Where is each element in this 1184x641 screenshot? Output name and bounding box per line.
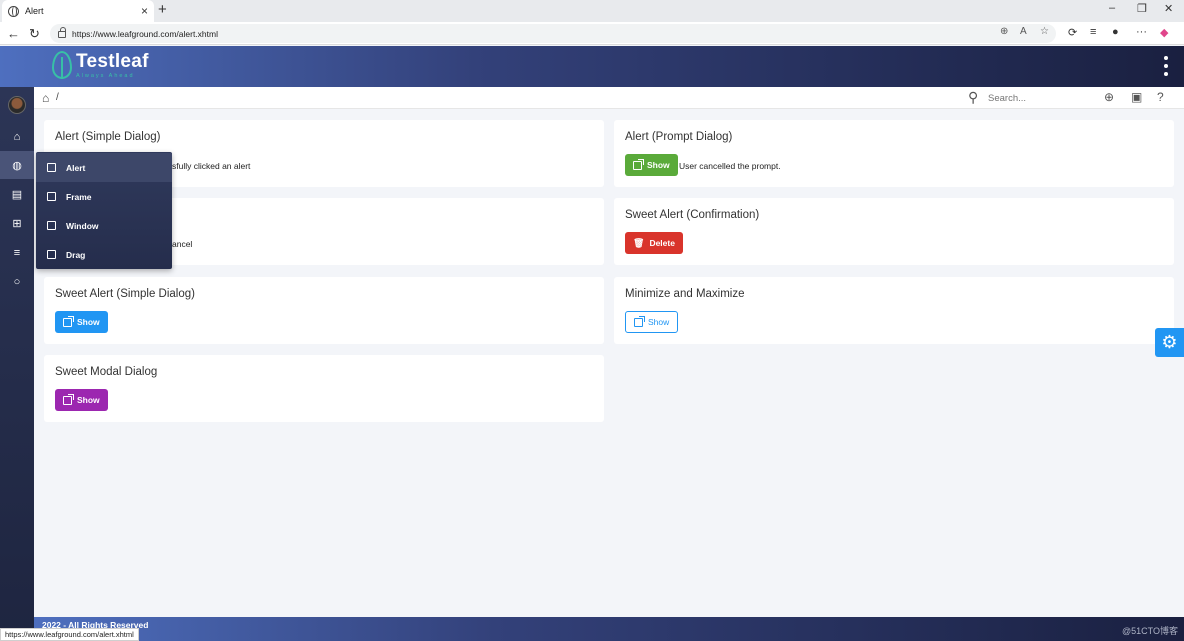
new-tab-button[interactable]: + xyxy=(158,1,167,18)
restore-window-icon[interactable]: ❐ xyxy=(1137,2,1147,15)
submenu-item-frame[interactable]: Frame xyxy=(36,182,172,211)
globe-icon xyxy=(8,5,19,17)
external-link-icon xyxy=(63,393,74,405)
address-url: https://www.leafground.com/alert.xhtml xyxy=(72,28,218,39)
button-label: Show xyxy=(648,317,670,327)
sidebar-browser-icon[interactable]: ◍ xyxy=(9,159,25,173)
delete-button[interactable]: 🗑 Delete xyxy=(625,232,683,254)
footer: 2022 - All Rights Reserved xyxy=(34,617,1184,641)
status-bar-url: https://www.leafground.com/alert.xhtml xyxy=(0,628,139,641)
card-sweet-simple: Sweet Alert (Simple Dialog) Show xyxy=(44,277,604,344)
button-label: Show xyxy=(77,395,100,405)
sidebar-list-icon[interactable]: ≡ xyxy=(9,246,25,260)
profile-icon[interactable]: ● xyxy=(1112,26,1119,38)
avatar[interactable] xyxy=(8,96,26,114)
help-icon[interactable]: ? xyxy=(1157,90,1164,104)
prompt-show-button[interactable]: Show xyxy=(625,154,678,176)
address-bar[interactable]: https://www.leafground.com/alert.xhtml xyxy=(50,24,1056,43)
card-title: Sweet Modal Dialog xyxy=(55,366,158,378)
card-title: Sweet Alert (Simple Dialog) xyxy=(55,288,195,300)
button-label: Delete xyxy=(649,238,675,248)
calendar-icon xyxy=(47,250,56,259)
close-window-icon[interactable]: ✕ xyxy=(1164,2,1173,15)
browser-submenu: Alert Frame Window Drag xyxy=(36,152,172,269)
confirm-alert-result: ancel xyxy=(172,239,193,249)
favorites-list-icon[interactable]: ≡ xyxy=(1090,26,1096,38)
extensions-icon[interactable]: ⟳ xyxy=(1068,26,1077,39)
browser-tab-alert[interactable]: Alert × xyxy=(2,0,154,22)
search-icon: ⚲ xyxy=(968,89,979,105)
submenu-label: Window xyxy=(66,220,99,231)
button-label: Show xyxy=(77,317,100,327)
favorite-star-icon[interactable]: ☆ xyxy=(1040,26,1049,37)
browser-tabstrip: Alert × + – ❐ ✕ xyxy=(0,0,1184,22)
sidebar-circle-icon[interactable]: ○ xyxy=(9,275,25,289)
testleaf-logo[interactable]: Testleaf Always Ahead xyxy=(52,51,149,79)
logo-text: Testleaf xyxy=(76,50,149,72)
sidebar-grid-icon[interactable]: ⊞ xyxy=(9,217,25,231)
lock-icon xyxy=(58,27,66,38)
simple-alert-result: sfully clicked an alert xyxy=(172,161,251,171)
leaf-icon xyxy=(52,51,72,79)
back-arrow-icon[interactable]: ← xyxy=(7,26,20,41)
card-title: Minimize and Maximize xyxy=(625,288,745,300)
submenu-item-alert[interactable]: Alert xyxy=(36,153,172,182)
submenu-label: Drag xyxy=(66,249,86,260)
globe-icon[interactable]: ⊕ xyxy=(1104,90,1114,104)
copilot-icon[interactable]: ◆ xyxy=(1160,26,1168,39)
tab-close-icon[interactable]: × xyxy=(141,4,148,18)
submenu-label: Alert xyxy=(66,162,86,173)
min-max-show-button[interactable]: Show xyxy=(625,311,679,333)
external-link-icon xyxy=(63,315,74,327)
submenu-item-window[interactable]: Window xyxy=(36,211,172,240)
card-sweet-modal: Sweet Modal Dialog Show xyxy=(44,355,604,422)
external-link-icon xyxy=(634,315,645,327)
button-label: Show xyxy=(647,160,670,170)
zoom-icon[interactable]: ⊕ xyxy=(1000,26,1008,37)
app-header: Testleaf Always Ahead xyxy=(0,46,1184,87)
breadcrumb-home-icon[interactable]: ⌂ xyxy=(42,91,49,105)
breadcrumb-separator: / xyxy=(56,92,59,103)
sidebar-table-icon[interactable]: ▤ xyxy=(9,188,25,202)
card-min-max: Minimize and Maximize Show xyxy=(614,277,1174,344)
card-sweet-confirm: Sweet Alert (Confirmation) 🗑 Delete xyxy=(614,198,1174,265)
more-options-icon[interactable]: ··· xyxy=(1136,26,1147,38)
search-input[interactable] xyxy=(988,91,1088,106)
trash-icon: 🗑 xyxy=(633,237,645,248)
sweet-simple-show-button[interactable]: Show xyxy=(55,311,108,333)
reload-icon[interactable]: ↻ xyxy=(29,26,40,42)
card-title: Alert (Prompt Dialog) xyxy=(625,131,733,143)
submenu-label: Frame xyxy=(66,191,92,202)
layout-config-gear-icon[interactable]: ⚙ xyxy=(1155,328,1184,357)
tab-title: Alert xyxy=(25,6,44,16)
sweet-modal-show-button[interactable]: Show xyxy=(55,389,108,411)
breadcrumb: ⌂ / ⚲ ⊕ ▣ ? xyxy=(34,87,1184,109)
browser-toolbar: ← ↻ https://www.leafground.com/alert.xht… xyxy=(0,22,1184,45)
calendar-icon[interactable]: ▣ xyxy=(1131,90,1142,104)
card-title: Sweet Alert (Confirmation) xyxy=(625,209,760,221)
watermark: @51CTO博客 xyxy=(1122,626,1178,636)
copy-icon xyxy=(47,163,56,172)
kebab-menu-icon[interactable] xyxy=(1164,56,1168,76)
window-icon xyxy=(47,221,56,230)
minimize-window-icon[interactable]: – xyxy=(1109,2,1115,14)
logo-tagline: Always Ahead xyxy=(76,72,135,79)
read-aloud-icon[interactable]: A xyxy=(1020,26,1027,37)
submenu-item-drag[interactable]: Drag xyxy=(36,240,172,269)
sidebar-home-icon[interactable]: ⌂ xyxy=(9,130,25,144)
sidebar: ⌂ ◍ ▤ ⊞ ≡ ○ xyxy=(0,87,34,641)
prompt-alert-result: User cancelled the prompt. xyxy=(679,161,781,171)
external-link-icon xyxy=(633,158,644,170)
card-prompt-alert: Alert (Prompt Dialog) Show User cancelle… xyxy=(614,120,1174,187)
card-title: Alert (Simple Dialog) xyxy=(55,131,161,143)
square-icon xyxy=(47,192,56,201)
